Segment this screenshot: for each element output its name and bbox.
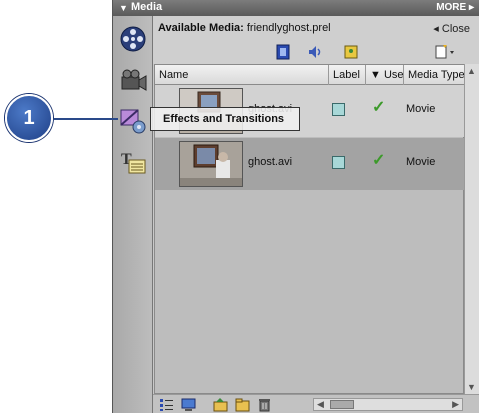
media-content: Available Media: friendlyghost.prel ◂ Cl… [153,16,479,413]
folder-up-icon[interactable] [213,397,228,412]
callout-line [54,118,118,120]
sort-arrow-icon: ▼ [370,69,384,81]
available-media: Available Media: friendlyghost.prel [158,22,331,34]
column-header-label[interactable]: Label [329,65,366,85]
callout-badge: 1 [5,94,53,142]
collapse-triangle-icon[interactable]: ▼ [119,3,128,13]
delete-icon[interactable] [257,397,272,412]
media-panel: ▼ Media MORE ▸ T Available Media: friend… [112,0,479,413]
close-button[interactable]: ◂ Close [433,22,470,35]
list-view-icon[interactable] [159,397,174,412]
panel-title: Media [131,1,163,13]
media-header: Available Media: friendlyghost.prel ◂ Cl… [153,16,479,40]
horizontal-scrollbar[interactable]: ◀ ▶ [313,398,463,411]
effects-tooltip: Effects and Transitions [150,107,300,131]
column-header-name[interactable]: Name [155,65,329,85]
table-row[interactable]: ghost.avi ✓ Movie [155,138,465,190]
bottom-toolbar: ◀ ▶ [153,394,479,413]
label-swatch[interactable] [332,103,345,116]
table-header: Name Label ▼ Used Media Type [155,65,465,85]
label-swatch[interactable] [332,156,345,169]
effects-icon[interactable] [118,106,148,136]
clip-thumbnail [179,141,243,187]
column-header-media-type[interactable]: Media Type [404,65,465,85]
new-item-icon[interactable] [434,44,454,60]
camera-icon[interactable] [118,66,148,96]
side-rail: T [113,16,153,413]
more-button[interactable]: MORE ▸ [436,2,474,13]
media-type: Movie [406,103,436,115]
scroll-left-icon[interactable]: ◀ [317,399,324,410]
titles-icon[interactable]: T [118,148,148,178]
column-header-used[interactable]: ▼ Used [366,65,404,85]
scroll-up-icon[interactable]: ▲ [467,66,476,76]
vertical-scrollbar[interactable]: ▲ ▼ [464,64,479,394]
icon-view-icon[interactable] [181,397,196,412]
media-type: Movie [406,156,436,168]
file-name: ghost.avi [248,156,293,168]
panel-titlebar[interactable]: ▼ Media MORE ▸ [113,0,479,16]
new-folder-icon[interactable] [235,397,250,412]
video-filter-icon[interactable] [275,44,291,60]
scroll-thumb[interactable] [330,400,354,409]
used-check-icon: ✓ [372,152,386,169]
scroll-right-icon[interactable]: ▶ [452,399,459,410]
filter-toolbar [153,40,479,64]
film-reel-icon[interactable] [118,24,148,54]
scroll-down-icon[interactable]: ▼ [467,382,476,392]
used-check-icon: ✓ [372,99,386,116]
audio-filter-icon[interactable] [307,44,323,60]
still-image-filter-icon[interactable] [343,44,359,60]
